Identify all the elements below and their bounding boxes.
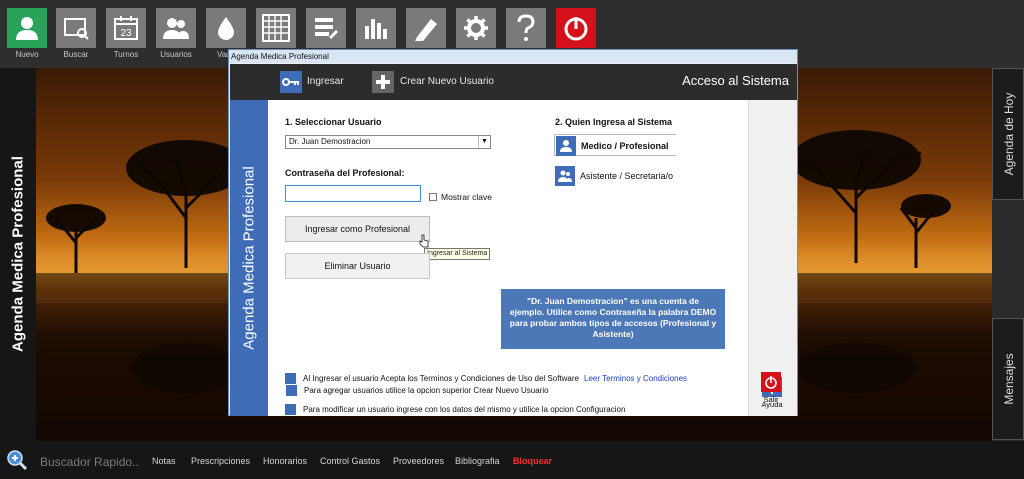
power-icon [556, 8, 596, 48]
link-bloquear[interactable]: Bloquear [513, 456, 552, 466]
hand-cursor-icon [419, 234, 429, 248]
toolbar-label: Usuarios [160, 50, 192, 59]
left-panel-title: Agenda Medica Profesional [9, 156, 27, 352]
calendar-icon: 23 [106, 8, 146, 48]
note-add-user: Para agregar usuarios utilice la opcion … [304, 386, 549, 395]
bullet-square-icon [286, 385, 297, 396]
login-professional-label: Ingresar como Profesional [304, 224, 411, 234]
header-login-button[interactable]: Ingresar [307, 76, 344, 87]
key-icon[interactable] [280, 71, 302, 93]
question-icon [506, 8, 546, 48]
list-edit-icon [306, 8, 346, 48]
tab-agenda-de-hoy[interactable]: Agenda de Hoy [992, 68, 1024, 200]
toolbar-label: Buscar [63, 50, 89, 59]
user-select-value: Dr. Juan Demostracion [289, 137, 371, 146]
chevron-down-icon[interactable]: ▼ [478, 136, 490, 148]
left-brand-panel: Agenda Medica Profesional [0, 68, 36, 441]
bottom-bar: Buscador Rapido.. Notas Prescripciones H… [0, 441, 1024, 479]
note-terms: Al Ingresar el usuario Acepta los Termin… [303, 374, 687, 383]
role-assistant-label: Asistente / Secretaria/o [580, 171, 674, 181]
user-select[interactable]: Dr. Juan Demostracion ▼ [285, 135, 491, 149]
users-icon [156, 8, 196, 48]
dialog-side-banner: Agenda Medica Profesional [230, 100, 268, 416]
step2-label: 2. Quien Ingresa al Sistema [555, 117, 673, 127]
dialog-side-title: Agenda Medica Profesional [240, 166, 258, 350]
user-icon [556, 136, 576, 156]
users-icon [555, 166, 575, 186]
link-proveedores[interactable]: Proveedores [393, 456, 444, 466]
role-assistant-option[interactable]: Asistente / Secretaria/o [554, 165, 676, 187]
header-title: Acceso al Sistema [682, 73, 789, 88]
header-new-user-button[interactable]: Crear Nuevo Usuario [400, 76, 494, 87]
user-icon [7, 8, 47, 48]
dialog-window-title: Agenda Medica Profesional [229, 50, 797, 63]
search-add-icon[interactable] [6, 449, 28, 471]
link-bibliografia[interactable]: Bibliografia [455, 456, 500, 466]
note-terms-text: Al Ingresar el usuario Acepta los Termin… [303, 374, 579, 383]
toolbar-nuevo-button[interactable]: Nuevo [6, 8, 48, 60]
login-dialog: Agenda Medica Profesional Ingresar Crear… [228, 49, 798, 416]
password-input[interactable] [285, 185, 421, 202]
delete-user-label: Eliminar Usuario [324, 261, 391, 271]
tab-agenda-label: Agenda de Hoy [1002, 92, 1016, 176]
show-password-checkbox[interactable] [429, 193, 437, 201]
dialog-body: 1. Seleccionar Usuario Dr. Juan Demostra… [268, 100, 748, 416]
exit-button[interactable]: Salir [760, 372, 782, 404]
note-modify-user: Para modificar un usuario ingrese con lo… [303, 405, 626, 414]
delete-user-button[interactable]: Eliminar Usuario [285, 253, 430, 279]
tab-mensajes[interactable]: Mensajes [992, 318, 1024, 440]
dialog-right-panel: Ayuda [748, 100, 797, 416]
bullet-square-icon [285, 404, 296, 415]
exit-label: Salir [763, 395, 779, 404]
password-label: Contraseña del Profesional: [285, 168, 405, 178]
grid-icon [256, 8, 296, 48]
step1-label: 1. Seleccionar Usuario [285, 117, 382, 127]
show-password-label: Mostrar clave [441, 192, 493, 202]
dialog-header: Ingresar Crear Nuevo Usuario Acceso al S… [230, 64, 797, 100]
bar-chart-icon [356, 8, 396, 48]
search-window-icon [56, 8, 96, 48]
bullet-square-icon [285, 373, 296, 384]
app-root: Nuevo Buscar 23 Turnos Usuarios Vade Age… [0, 0, 1024, 479]
plus-icon[interactable] [372, 71, 394, 93]
role-professional-label: Medico / Profesional [581, 141, 669, 151]
toolbar-buscar-button[interactable]: Buscar [55, 8, 97, 60]
calendar-badge: 23 [120, 28, 132, 39]
gear-icon [456, 8, 496, 48]
demo-info-box: "Dr. Juan Demostracion" es una cuenta de… [501, 289, 725, 349]
link-control-gastos[interactable]: Control Gastos [320, 456, 380, 466]
toolbar-label: Nuevo [15, 50, 39, 59]
link-notas[interactable]: Notas [152, 456, 176, 466]
toolbar-usuarios-button[interactable]: Usuarios [155, 8, 197, 60]
login-professional-button[interactable]: Ingresar como Profesional [285, 216, 430, 242]
quick-search-input[interactable]: Buscador Rapido.. [40, 455, 139, 469]
power-icon [761, 372, 781, 392]
toolbar-label: Turnos [113, 50, 139, 59]
link-honorarios[interactable]: Honorarios [263, 456, 307, 466]
pencil-icon [406, 8, 446, 48]
toolbar-turnos-button[interactable]: 23 Turnos [105, 8, 147, 60]
terms-link[interactable]: Leer Terminos y Condiciones [584, 374, 687, 383]
role-professional-option[interactable]: Medico / Profesional [554, 134, 676, 156]
tab-mensajes-label: Mensajes [1002, 353, 1016, 405]
link-prescripciones[interactable]: Prescripciones [191, 456, 250, 466]
drop-icon [206, 8, 246, 48]
login-tooltip: Ingresar al Sistema [424, 248, 491, 260]
